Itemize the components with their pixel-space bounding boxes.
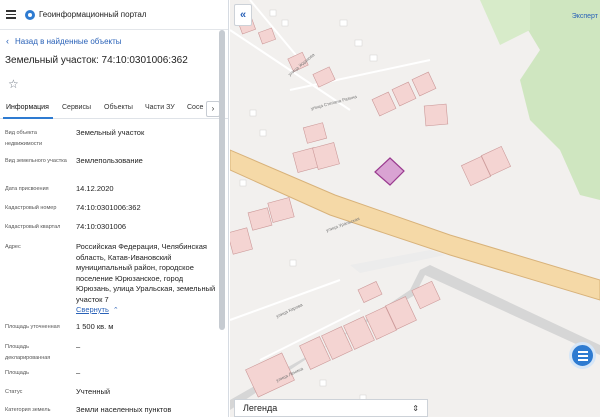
field-value-address: Российская Федерация, Челябинская област… xyxy=(76,242,216,304)
green-area-north xyxy=(480,0,530,45)
field-label-cadastral-number: Кадастровый номер xyxy=(5,205,57,211)
field-label-area-declared: Площадь декларированная xyxy=(5,344,51,361)
chevron-left-icon: ‹ xyxy=(6,36,9,46)
field-value-object-type: Земельный участок xyxy=(76,128,145,137)
field-label-object-type: Вид объекта недвижимости xyxy=(5,130,43,147)
tab-neighbors[interactable]: Сосе xyxy=(187,104,203,111)
field-label-assign-date: Дата присвоения xyxy=(5,186,49,192)
field-value-area-declared: – xyxy=(76,342,81,351)
field-value-land-category: Земли населенных пунктов xyxy=(76,405,172,414)
chat-icon-line xyxy=(578,355,588,357)
legend-label: Легенда xyxy=(243,403,278,413)
object-info-panel: Геоинформационный портал ‹ Назад в найде… xyxy=(0,0,229,417)
field-value-assign-date: 14.12.2020 xyxy=(76,184,114,193)
field-label-area: Площадь xyxy=(5,370,29,376)
field-value-area-specified: 1 500 кв. м xyxy=(76,322,114,331)
field-label-parcel-type: Вид земельного участка xyxy=(5,158,67,164)
tab-bar: Информация Сервисы Объекты Части ЗУ Сосе xyxy=(0,100,228,119)
tabs-scroll-right-button[interactable]: › xyxy=(206,101,220,117)
field-value-parcel-type: Землепользование xyxy=(76,156,143,165)
chevron-updown-icon: ⇕ xyxy=(412,403,419,413)
favorite-star-icon[interactable]: ☆ xyxy=(8,77,19,91)
field-label-status: Статус xyxy=(5,389,23,395)
tab-information[interactable]: Информация xyxy=(6,104,49,111)
field-label-address: Адрес xyxy=(5,244,21,250)
map-mode-label[interactable]: Эксперт xyxy=(572,13,598,20)
main-road xyxy=(230,149,600,301)
active-tab-indicator xyxy=(3,117,53,119)
field-label-area-specified: Площадь уточненная xyxy=(5,324,60,330)
chat-icon xyxy=(578,351,588,353)
collapse-link[interactable]: Свернуть xyxy=(76,305,109,314)
tab-parts[interactable]: Части ЗУ xyxy=(145,104,175,111)
field-value-cadastral-quarter: 74:10:0301006 xyxy=(76,222,127,231)
tab-objects[interactable]: Объекты xyxy=(104,104,133,111)
back-link-label: Назад в найденные объекты xyxy=(15,36,122,46)
selected-parcel[interactable] xyxy=(374,157,405,186)
portal-title: Геоинформационный портал xyxy=(39,10,147,19)
collapse-panel-button[interactable]: « xyxy=(234,4,252,26)
panel-scrollbar[interactable] xyxy=(219,30,225,330)
field-label-land-category: Категория земель xyxy=(5,407,51,413)
page-title: Земельный участок: 74:10:0301006:362 xyxy=(5,55,188,66)
collapse-address[interactable]: Свернуть ⌃ xyxy=(76,305,218,317)
field-value-cadastral-number: 74:10:0301006:362 xyxy=(76,203,141,212)
portal-logo-icon xyxy=(25,10,35,20)
secondary-road xyxy=(230,265,600,410)
field-label-cadastral-quarter: Кадастровый квартал xyxy=(5,224,61,230)
field-value-area: – xyxy=(76,368,81,377)
map-view[interactable]: улица Уральская улица Кирова улица Ленин… xyxy=(230,0,600,417)
back-to-results-link[interactable]: ‹ Назад в найденные объекты xyxy=(6,36,122,46)
chat-icon-line xyxy=(578,359,588,361)
chevron-up-icon: ⌃ xyxy=(112,307,119,314)
legend-dropdown[interactable]: Легенда ⇕ xyxy=(234,399,428,417)
map-canvas[interactable] xyxy=(230,0,600,417)
menu-icon[interactable] xyxy=(6,10,16,19)
chat-button[interactable] xyxy=(569,342,596,369)
tab-services[interactable]: Сервисы xyxy=(62,104,91,111)
top-bar: Геоинформационный портал xyxy=(0,0,228,30)
field-value-status: Учтенный xyxy=(76,387,111,396)
